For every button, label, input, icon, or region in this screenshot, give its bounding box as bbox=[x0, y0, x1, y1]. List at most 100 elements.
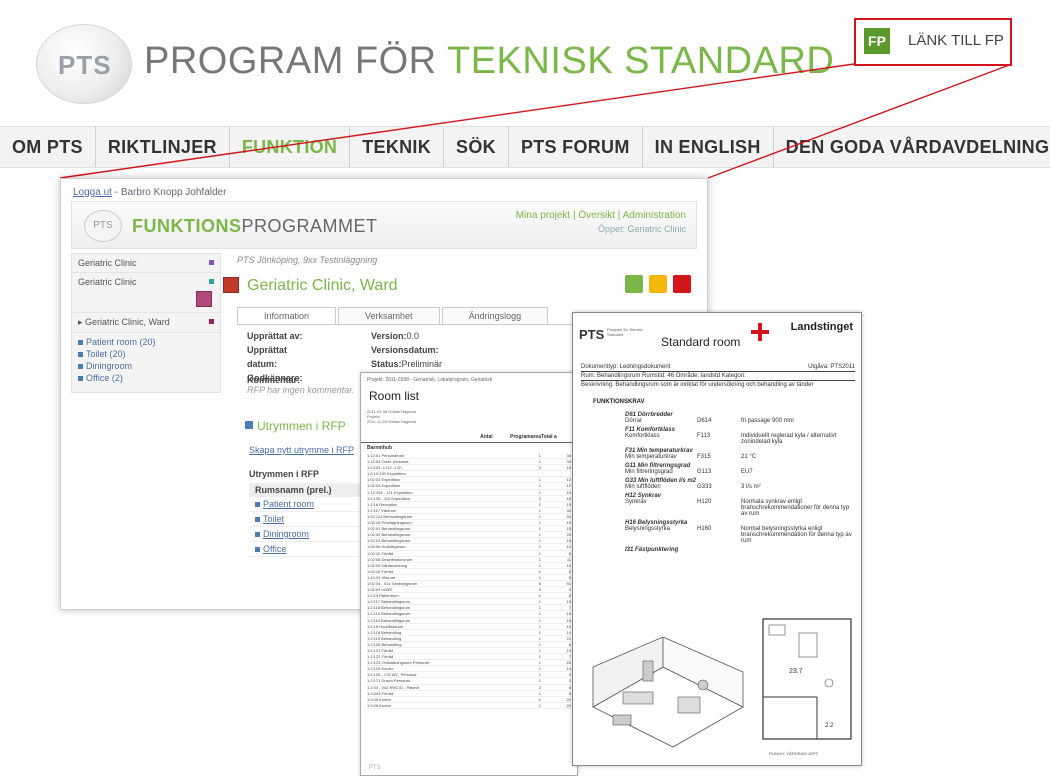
sidebar-room-item[interactable]: Office (2) bbox=[78, 373, 214, 383]
table-cell: 20 bbox=[566, 513, 571, 519]
table-cell: 1:2:120 Behandling bbox=[367, 641, 402, 647]
room-icon bbox=[78, 364, 83, 369]
nav-item-5[interactable]: PTS FORUM bbox=[509, 127, 643, 167]
req-line: Min temperaturkrav F315 21 °C bbox=[625, 454, 855, 460]
fp-badge-icon: FP bbox=[864, 28, 890, 54]
nav-item-2[interactable]: FUNKTION bbox=[230, 127, 351, 167]
req-heading: I31 Fästpunktering bbox=[625, 547, 679, 553]
page-title: Geriatric Clinic, Ward bbox=[247, 277, 398, 294]
table-cell: 1:12:01 Personalrum bbox=[367, 453, 405, 458]
sidebar-room-label: Diningroom bbox=[86, 361, 133, 371]
table-cell: 15 bbox=[566, 465, 571, 471]
sr-meta-row: Beskrivning: Behandlingsrum som är inrik… bbox=[581, 381, 855, 389]
table-cell: 1:2:171 Dusch Personal bbox=[367, 678, 410, 684]
req-line: Synkrav H120 Normala synkrav enligt bransc… bbox=[625, 499, 855, 517]
table-cell: 1:02:08 Desinfektionsrum bbox=[367, 556, 413, 562]
table-cell: 1 bbox=[538, 635, 541, 641]
req-cell: Dörrar bbox=[625, 418, 643, 424]
table-cell: 1:02:04 - 014 Vänkningsrum bbox=[367, 580, 418, 586]
logout-link[interactable]: Logga ut bbox=[73, 187, 112, 198]
tab-0[interactable]: Information bbox=[237, 307, 337, 324]
tab-1[interactable]: Verksamhet bbox=[338, 307, 440, 324]
table-row: 1:2:06 Kontor 1 20 bbox=[367, 703, 571, 709]
req-cell: Normal belysningsstyrka enligt branschre… bbox=[741, 526, 852, 544]
room-row-label: Toilet bbox=[263, 514, 285, 524]
table-cell: 1 bbox=[538, 556, 541, 562]
table-cell: 1 bbox=[538, 666, 541, 672]
pts-logo-text: PTS bbox=[58, 50, 112, 80]
nav-item-4[interactable]: SÖK bbox=[444, 127, 509, 167]
table-cell: 15 bbox=[566, 526, 571, 532]
table-cell: 20 bbox=[566, 660, 571, 666]
lp-row-1[interactable]: Geriatric Clinic bbox=[72, 254, 220, 273]
table-cell: 1 bbox=[538, 605, 541, 611]
edit-icon[interactable] bbox=[649, 275, 667, 293]
fp-link-label[interactable]: LÄNK TILL FP bbox=[908, 32, 1004, 49]
lp-ward-row[interactable]: ▸ Geriatric Clinic, Ward bbox=[72, 313, 220, 333]
nav-item-3[interactable]: TEKNIK bbox=[350, 127, 445, 167]
req-cell: 3 l/s m² bbox=[741, 484, 761, 490]
status-dot-icon bbox=[209, 260, 214, 265]
site-title: PROGRAM FÖR TEKNISK STANDARD bbox=[144, 40, 834, 83]
info-key: Upprättat av: bbox=[247, 331, 303, 341]
table-cell: 1:2:114 Behandlingsrum bbox=[367, 617, 411, 623]
sidebar-room-item[interactable]: Diningroom bbox=[78, 361, 214, 371]
app-nav-links[interactable]: Mina projekt | Översikt | Administration bbox=[516, 210, 686, 221]
roomlist-title: Room list bbox=[369, 389, 420, 403]
table-cell: 10 bbox=[566, 489, 571, 495]
table-cell: 1 bbox=[538, 513, 541, 519]
nav-item-7[interactable]: DEN GODA VÅRDAVDELNINGEN bbox=[774, 127, 1050, 167]
room-icon bbox=[255, 532, 260, 537]
table-cell: 6 bbox=[568, 568, 571, 574]
table-cell: 1:2:110 Behandlingsrum bbox=[367, 611, 411, 617]
table-cell: 1:2:124 Kontor bbox=[367, 666, 394, 672]
req-cell: EU7 bbox=[741, 469, 753, 475]
table-cell: 1 bbox=[538, 550, 541, 556]
req-cell: fri passage 900 mm bbox=[741, 418, 794, 424]
req-line: Min luftflöden G333 3 l/s m² bbox=[625, 484, 855, 490]
table-cell: 20 bbox=[566, 702, 571, 708]
svg-text:2.2: 2.2 bbox=[825, 723, 834, 729]
table-cell: 1 bbox=[538, 611, 541, 617]
info-row: Status:Preliminär bbox=[371, 357, 442, 371]
fp-link-box[interactable]: FP LÄNK TILL FP bbox=[854, 18, 1012, 66]
table-cell: 1:2:121 Förråd bbox=[367, 648, 394, 653]
delete-icon[interactable] bbox=[673, 275, 691, 293]
lp-row-2[interactable]: Geriatric Clinic bbox=[72, 273, 220, 313]
table-cell: 10 bbox=[566, 520, 571, 526]
table-cell: 1 bbox=[538, 459, 541, 465]
info-key: Upprättat datum: bbox=[247, 345, 287, 369]
nav-item-1[interactable]: RIKTLINJER bbox=[96, 127, 230, 167]
sidebar-room-item[interactable]: Patient room (20) bbox=[78, 337, 214, 347]
req-cell: Belysningsstyrka bbox=[625, 526, 671, 532]
table-cell: 1 bbox=[538, 702, 541, 708]
table-cell bbox=[511, 471, 541, 476]
req-cell: Min luftflöden bbox=[625, 484, 661, 490]
room-floor-plan: 23.7 2.2 bbox=[762, 618, 852, 740]
table-cell: 1:5 10:230 Expedition bbox=[367, 471, 406, 477]
table-cell: 1 bbox=[538, 477, 541, 483]
roomlist-meta-line: 2011-11-26 Gösan Hagtund bbox=[367, 419, 416, 424]
room-icon bbox=[255, 547, 260, 552]
table-cell: 1 bbox=[538, 568, 541, 574]
open-project: Öppet: Geriatric Clinic bbox=[597, 224, 686, 234]
create-room-link[interactable]: Skapa nytt utrymme i RFP bbox=[249, 445, 354, 455]
pts-mini-logo[interactable]: PTS bbox=[84, 210, 122, 242]
nav-item-6[interactable]: IN ENGLISH bbox=[643, 127, 774, 167]
room-list-sidebar: Patient room (20) Toilet (20) Diningroom Of… bbox=[72, 333, 220, 387]
app-header: PTS FUNKTIONSPROGRAMMET Mina projekt | Ö… bbox=[71, 201, 697, 249]
sidebar-room-item[interactable]: Toilet (20) bbox=[78, 349, 214, 359]
sr-title: Standard room bbox=[661, 335, 741, 349]
room-row-label: Diningroom bbox=[263, 529, 310, 539]
room-icon bbox=[255, 502, 260, 507]
table-cell: 1:2:03 - 042 RWC/D - Patient bbox=[367, 684, 419, 690]
roomlist-col-header: Total a bbox=[541, 434, 557, 440]
tab-2[interactable]: Ändringslogg bbox=[441, 307, 549, 324]
table-cell: 15 bbox=[566, 611, 571, 617]
table-cell: 1 bbox=[538, 629, 541, 635]
nav-item-0[interactable]: OM PTS bbox=[0, 127, 96, 167]
table-cell: 20 bbox=[566, 696, 571, 702]
req-cell: Individuellt reglerad kyla / alternativt… bbox=[741, 433, 837, 445]
document-icon[interactable] bbox=[625, 275, 643, 293]
table-cell: 1 bbox=[538, 538, 541, 544]
